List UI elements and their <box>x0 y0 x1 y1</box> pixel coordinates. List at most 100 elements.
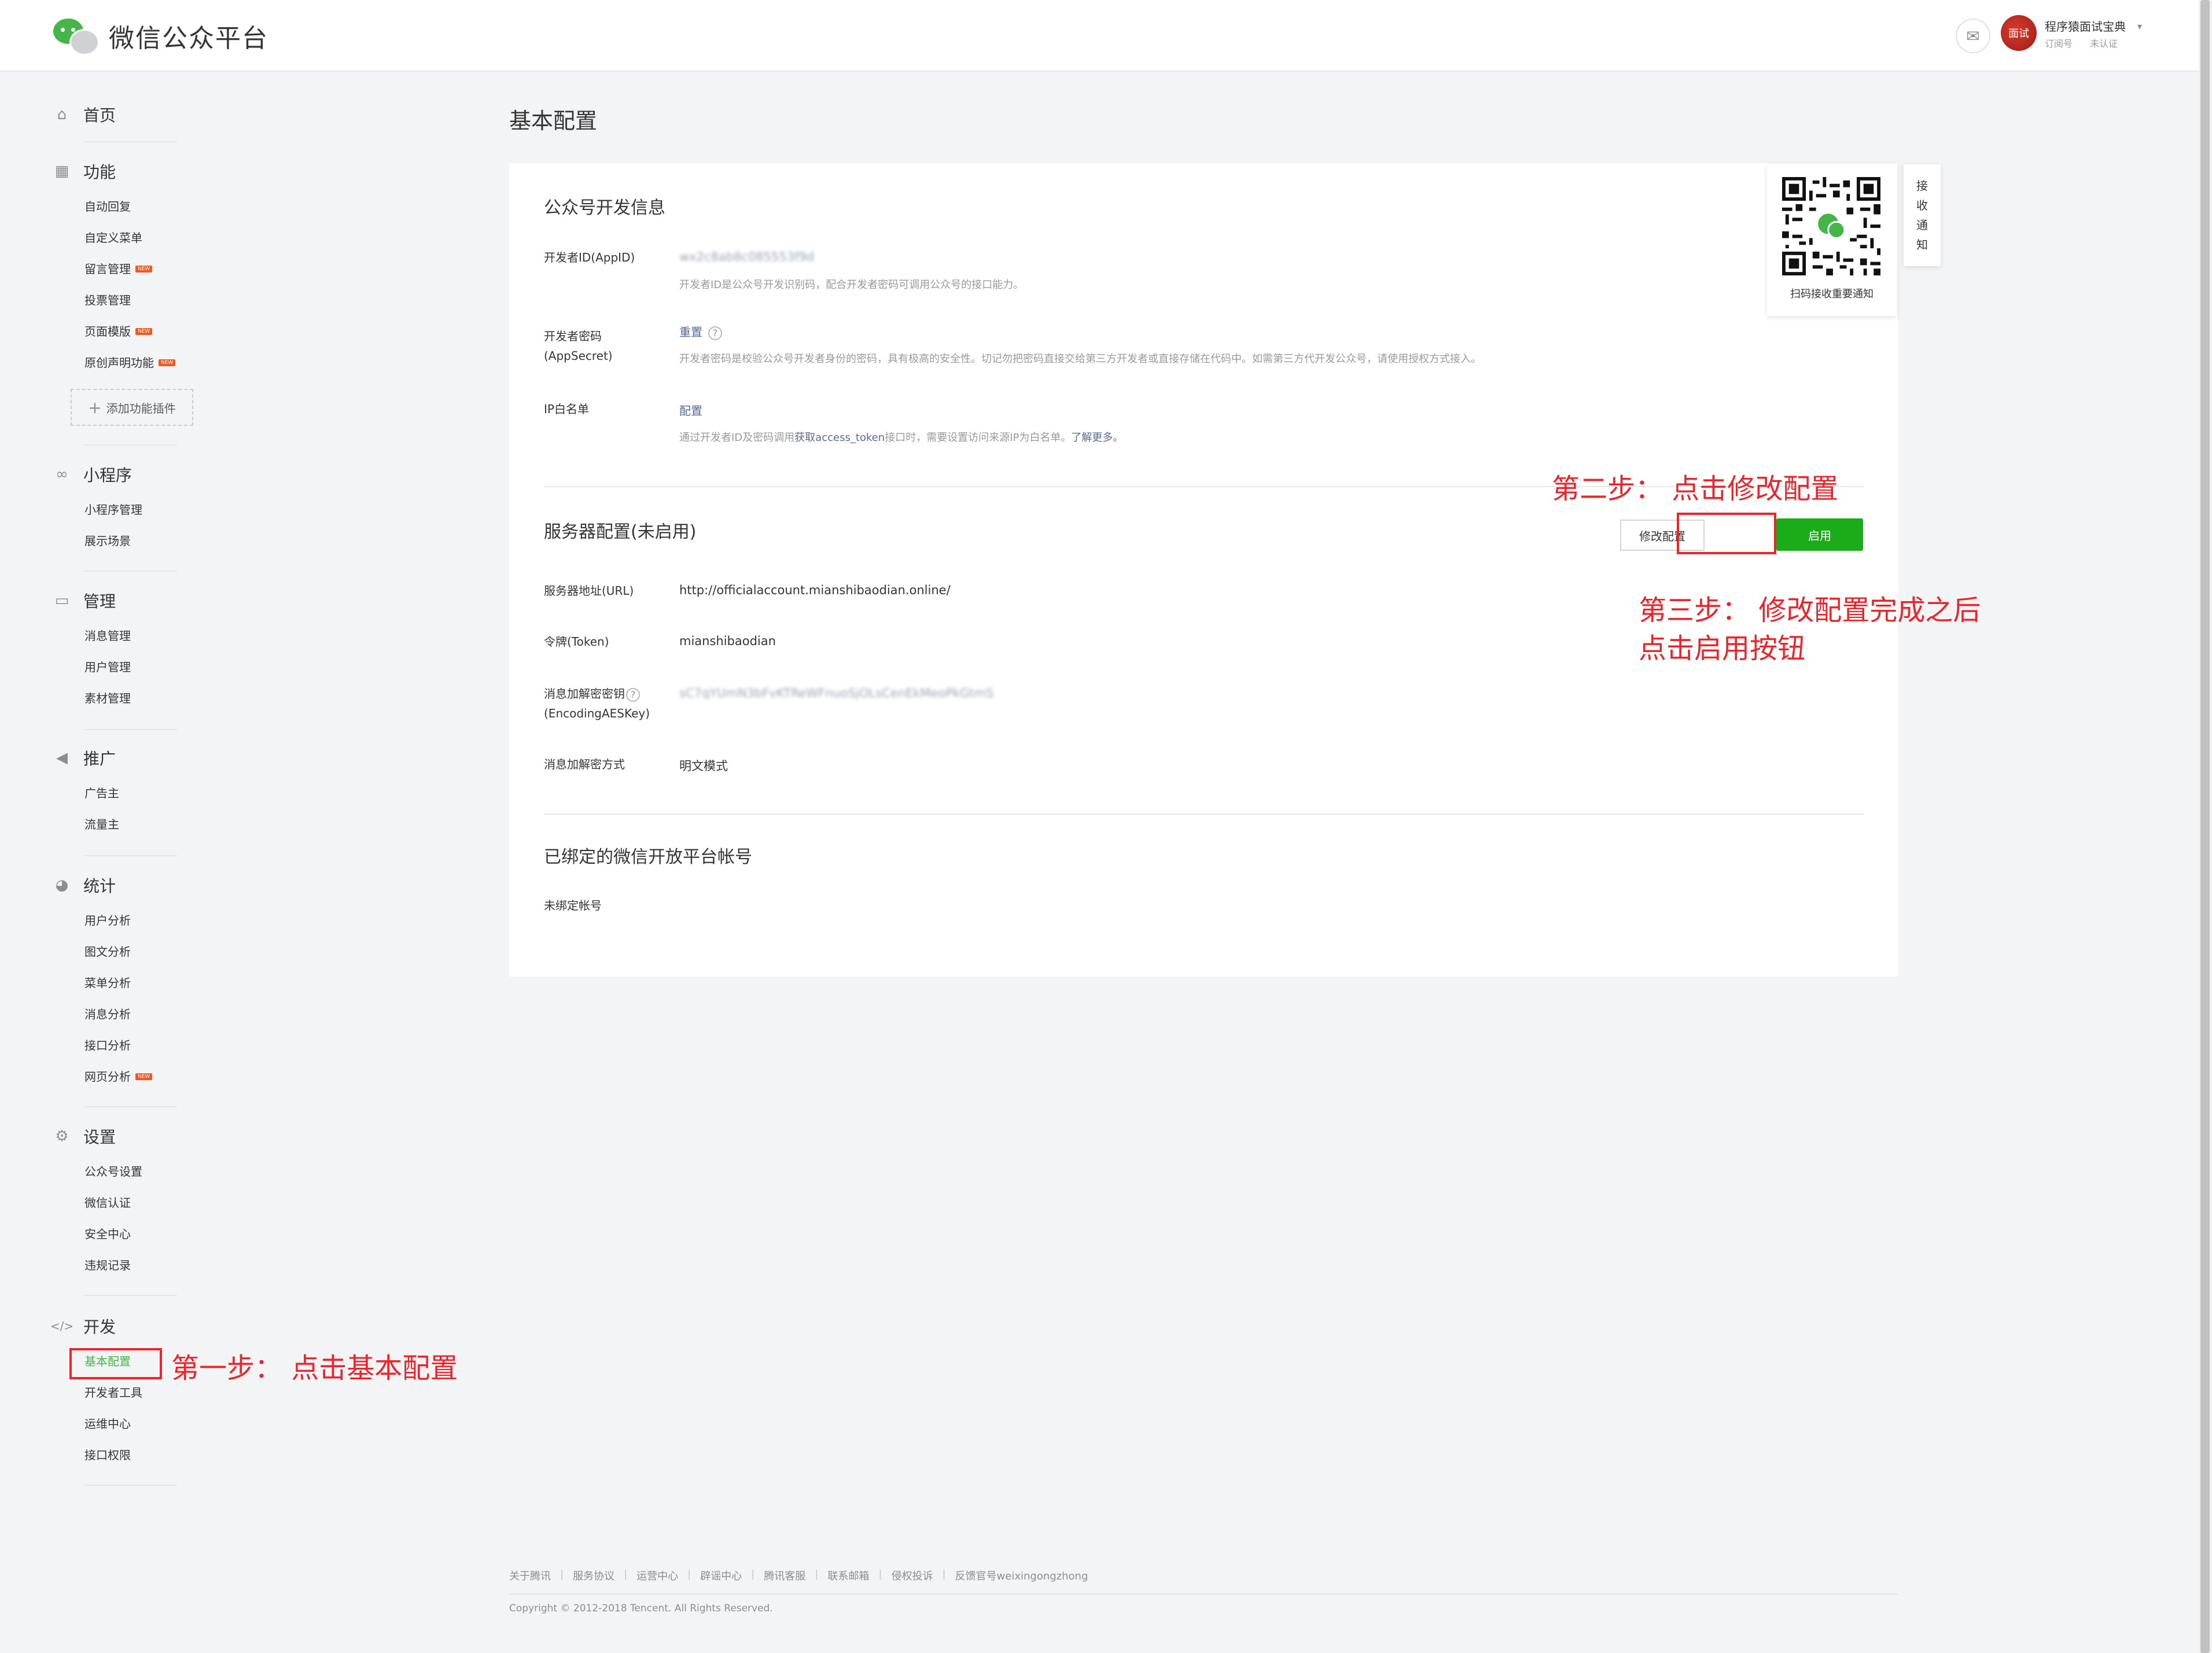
wechat-logo[interactable]: 微信公众平台 <box>53 15 268 57</box>
sidebar-item-messages[interactable]: 消息管理 <box>84 620 179 651</box>
sidebar-item-wechat-verify[interactable]: 微信认证 <box>84 1187 179 1218</box>
sidebar-head-function[interactable]: ▦ 功能 <box>53 160 179 183</box>
divider <box>84 1295 177 1296</box>
divider <box>84 1106 177 1107</box>
account-verify-status: 未认证 <box>2090 38 2118 49</box>
sidebar-item-original-claim[interactable]: 原创声明功能 NEW <box>84 347 179 378</box>
sidebar-item-ops-center[interactable]: 运维中心 <box>84 1408 179 1440</box>
divider <box>509 1593 1898 1595</box>
sidebar-item-account-settings[interactable]: 公众号设置 <box>84 1156 179 1187</box>
sidebar-item-user-analysis[interactable]: 用户分析 <box>84 905 179 936</box>
sidebar-head-label: 推广 <box>83 749 116 768</box>
divider <box>84 855 177 856</box>
access-token-link[interactable]: 获取access_token <box>794 432 885 444</box>
sidebar-group-miniprogram: ∞ 小程序 小程序管理 展示场景 <box>53 463 179 557</box>
sidebar-item-custom-menu[interactable]: 自定义菜单 <box>84 222 179 253</box>
ip-whitelist-config-link[interactable]: 配置 <box>679 402 702 418</box>
account-meta: 订阅号 未认证 <box>2045 36 2118 50</box>
footer-link[interactable]: 腾讯客服 <box>764 1568 805 1583</box>
scrollbar-thumb[interactable] <box>2200 0 2210 1653</box>
sidebar-head-manage[interactable]: ▭ 管理 <box>53 589 179 612</box>
sidebar-item-web-analysis[interactable]: 网页分析 NEW <box>84 1061 179 1092</box>
help-icon[interactable]: ? <box>626 687 640 702</box>
sidebar-item-label: 微信认证 <box>84 1196 131 1210</box>
sidebar-item-showcase[interactable]: 展示场景 <box>84 525 179 557</box>
sidebar-item-security-center[interactable]: 安全中心 <box>84 1218 179 1250</box>
footer-link[interactable]: 运营中心 <box>636 1568 678 1583</box>
sidebar-sub-stats: 用户分析 图文分析 菜单分析 消息分析 接口分析 网页分析 NEW <box>84 905 179 1092</box>
sidebar-item-materials[interactable]: 素材管理 <box>84 683 179 714</box>
sidebar-item-advertiser[interactable]: 广告主 <box>84 778 179 809</box>
sidebar-head-promote[interactable]: ◀ 推广 <box>53 746 179 770</box>
help-icon[interactable]: ? <box>708 326 722 340</box>
reset-secret-link[interactable]: 重置 <box>679 325 702 339</box>
new-badge: NEW <box>159 359 176 366</box>
sidebar-item-label: 流量主 <box>84 818 119 831</box>
sidebar-item-label: 首页 <box>83 106 116 125</box>
account-name[interactable]: 程序猿面试宝典 <box>2045 17 2126 34</box>
learn-more-link[interactable]: 了解更多。 <box>1071 432 1123 444</box>
add-plugin-button[interactable]: + 添加功能插件 <box>71 389 193 426</box>
chevron-down-icon[interactable]: ▾ <box>2137 21 2142 32</box>
sidebar-item-label: 小程序管理 <box>84 503 142 517</box>
receive-notice-tab[interactable]: 接 收 通 知 <box>1904 164 1941 266</box>
encrypt-mode-value: 明文模式 <box>679 759 728 773</box>
server-url-label: 服务器地址(URL) <box>544 584 634 598</box>
sidebar-item-users[interactable]: 用户管理 <box>84 651 179 683</box>
add-plugin-label: 添加功能插件 <box>106 401 176 415</box>
sidebar-item-label: 消息分析 <box>84 1007 131 1021</box>
sidebar-item-menu-analysis[interactable]: 菜单分析 <box>84 967 179 999</box>
sidebar-item-publisher[interactable]: 流量主 <box>84 809 179 840</box>
sidebar-item-label: 页面模版 <box>84 325 131 338</box>
inbox-icon: ▭ <box>54 592 69 609</box>
sidebar-item-home[interactable]: ⌂ 首页 <box>53 103 179 126</box>
footer-link[interactable]: 辟谣中心 <box>700 1568 742 1583</box>
annotation-step3-line2: 点击启用按钮 <box>1639 632 1806 665</box>
account-type: 订阅号 <box>2045 38 2073 49</box>
sidebar-item-label: 原创声明功能 <box>84 356 154 370</box>
notice-tab-char: 收 <box>1916 198 1928 212</box>
sidebar-item-miniprogram-manage[interactable]: 小程序管理 <box>84 494 179 525</box>
ip-whitelist-tip: 通过开发者ID及密码调用获取access_token接口时，需要设置访问来源IP… <box>679 429 1123 444</box>
sidebar-head-develop[interactable]: </> 开发 <box>50 1315 179 1338</box>
separator: | <box>815 1568 819 1580</box>
sidebar-item-votes[interactable]: 投票管理 <box>84 285 179 316</box>
appid-value: wx2c8ab8c085553f9d <box>679 250 815 264</box>
sidebar-item-api-analysis[interactable]: 接口分析 <box>84 1030 179 1061</box>
token-value: mianshibaodian <box>679 634 776 648</box>
sidebar-item-violations[interactable]: 违规记录 <box>84 1250 179 1281</box>
aes-key-label-line2: (EncodingAESKey) <box>544 706 650 720</box>
sidebar-head-settings[interactable]: ⚙ 设置 <box>53 1125 179 1148</box>
footer-link[interactable]: 侵权投诉 <box>891 1568 933 1583</box>
mail-icon[interactable]: ✉ <box>1956 19 1990 53</box>
footer-link[interactable]: 服务协议 <box>573 1568 614 1583</box>
sidebar-item-comments[interactable]: 留言管理 NEW <box>84 253 179 285</box>
divider <box>84 729 177 730</box>
sidebar-item-message-analysis[interactable]: 消息分析 <box>84 999 179 1030</box>
sidebar-item-api-permissions[interactable]: 接口权限 <box>84 1440 179 1471</box>
sidebar-item-article-analysis[interactable]: 图文分析 <box>84 936 179 967</box>
ip-tip-text: 通过开发者ID及密码调用 <box>679 432 795 444</box>
sidebar-item-auto-reply[interactable]: 自动回复 <box>84 191 179 222</box>
config-card: 公众号开发信息 开发者ID(AppID) wx2c8ab8c085553f9d … <box>509 163 1898 977</box>
footer-link[interactable]: 关于腾讯 <box>509 1568 551 1583</box>
sidebar-item-label: 留言管理 <box>84 262 131 276</box>
sidebar-group-settings: ⚙ 设置 公众号设置 微信认证 安全中心 违规记录 <box>53 1125 179 1281</box>
sidebar-item-page-template[interactable]: 页面模版 NEW <box>84 316 179 347</box>
sidebar-group-develop: </> 开发 基本配置 开发者工具 运维中心 接口权限 <box>50 1315 179 1471</box>
footer-link[interactable]: 反馈官号weixingongzhong <box>955 1568 1088 1583</box>
annotation-box-step1 <box>69 1348 162 1379</box>
footer-link[interactable]: 联系邮箱 <box>827 1568 869 1583</box>
aes-key-label: 消息加解密密钥? (EncodingAESKey) <box>544 684 650 723</box>
page-title: 基本配置 <box>509 108 598 134</box>
sidebar-group-promote: ◀ 推广 广告主 流量主 <box>53 746 179 840</box>
divider <box>544 813 1864 815</box>
avatar[interactable]: 面试 <box>2001 15 2037 51</box>
sidebar-head-miniprogram[interactable]: ∞ 小程序 <box>53 463 179 486</box>
enable-button[interactable]: 启用 <box>1776 518 1863 551</box>
separator: | <box>878 1568 882 1580</box>
sidebar-item-dev-tools[interactable]: 开发者工具 <box>84 1377 179 1408</box>
sidebar-head-stats[interactable]: ◕ 统计 <box>53 874 179 897</box>
divider <box>84 1485 177 1486</box>
server-url-value: http://officialaccount.mianshibaodian.on… <box>679 583 951 597</box>
